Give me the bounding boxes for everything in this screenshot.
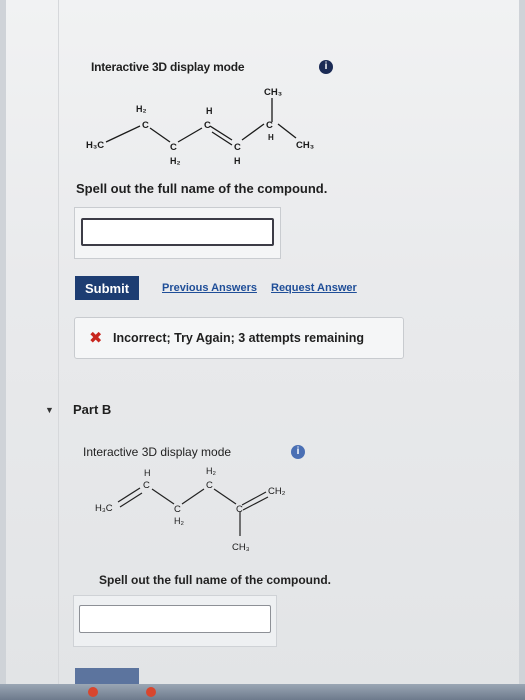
x-mark-icon: ✖ xyxy=(89,330,103,347)
part-b-molecule-structure: H₃C H C C H₂ H₂ C C CH₂ CH₃ xyxy=(95,466,286,553)
part-a-answer-container xyxy=(74,207,281,259)
request-answer-link[interactable]: Request Answer xyxy=(271,282,357,294)
problem-sheet: Interactive 3D display mode i H₃C H₂ C H… xyxy=(6,0,519,700)
feedback-banner: ✖ Incorrect; Try Again; 3 attempts remai… xyxy=(74,317,404,359)
part-b-h-top-label: H xyxy=(144,468,151,478)
part-a-h-mid-label: H xyxy=(206,106,213,116)
part-a-display-mode-label: Interactive 3D display mode xyxy=(91,60,245,74)
collapse-caret-icon[interactable]: ▼ xyxy=(45,405,54,415)
part-b-c4-label: C xyxy=(236,504,243,515)
part-a-c3-label: C xyxy=(170,142,177,153)
previous-answers-link[interactable]: Previous Answers xyxy=(162,282,257,294)
part-a-prompt: Spell out the full name of the compound. xyxy=(76,181,328,196)
part-b-answer-input[interactable] xyxy=(79,605,271,633)
part-a-h2-top-label: H₂ xyxy=(136,104,147,114)
part-b-answer-container xyxy=(73,595,277,647)
part-a-c5-label: C xyxy=(266,120,273,131)
dock-bar xyxy=(0,684,525,700)
part-b-c2-label: C xyxy=(174,504,181,515)
part-b-c1-label: C xyxy=(143,480,150,491)
part-b-prompt: Spell out the full name of the compound. xyxy=(99,573,331,587)
part-a-answer-input[interactable] xyxy=(81,218,274,246)
dock-app-icon[interactable] xyxy=(146,687,156,697)
part-a-molecule-structure: H₃C H₂ C H C C H₂ C H CH₃ C H CH₃ xyxy=(86,87,314,166)
part-b-h3c-label: H₃C xyxy=(95,503,113,514)
submit-button[interactable]: Submit xyxy=(75,276,139,300)
part-b-display-mode-label: Interactive 3D display mode xyxy=(83,445,232,459)
part-a-h3c-label: H₃C xyxy=(86,140,104,151)
part-a-ch3-top-label: CH₃ xyxy=(264,87,282,98)
part-a-info-icon[interactable]: i xyxy=(319,60,333,74)
part-a-ch3-right-label: CH₃ xyxy=(296,140,314,151)
dock-app-icon[interactable] xyxy=(88,687,98,697)
feedback-message: Incorrect; Try Again; 3 attempts remaini… xyxy=(113,331,364,345)
part-a-c1-label: C xyxy=(142,120,149,131)
part-a-h2-bottom-label: H₂ xyxy=(170,156,181,166)
part-a-c4-label: C xyxy=(234,142,241,153)
part-a-h-low-label: H xyxy=(234,156,241,166)
part-b-info-icon[interactable]: i xyxy=(291,445,305,459)
part-b-h2-bottom-label: H₂ xyxy=(174,516,184,526)
part-a-c2-label: C xyxy=(204,120,211,131)
part-a-h-small-label: H xyxy=(268,133,274,142)
part-b-h2-top-label: H₂ xyxy=(206,466,216,476)
part-b-ch3-label: CH₃ xyxy=(232,542,250,553)
part-b-ch2-label: CH₂ xyxy=(268,486,286,497)
left-divider xyxy=(58,0,59,700)
part-b-c3-label: C xyxy=(206,480,213,491)
part-b-title[interactable]: Part B xyxy=(73,402,111,417)
